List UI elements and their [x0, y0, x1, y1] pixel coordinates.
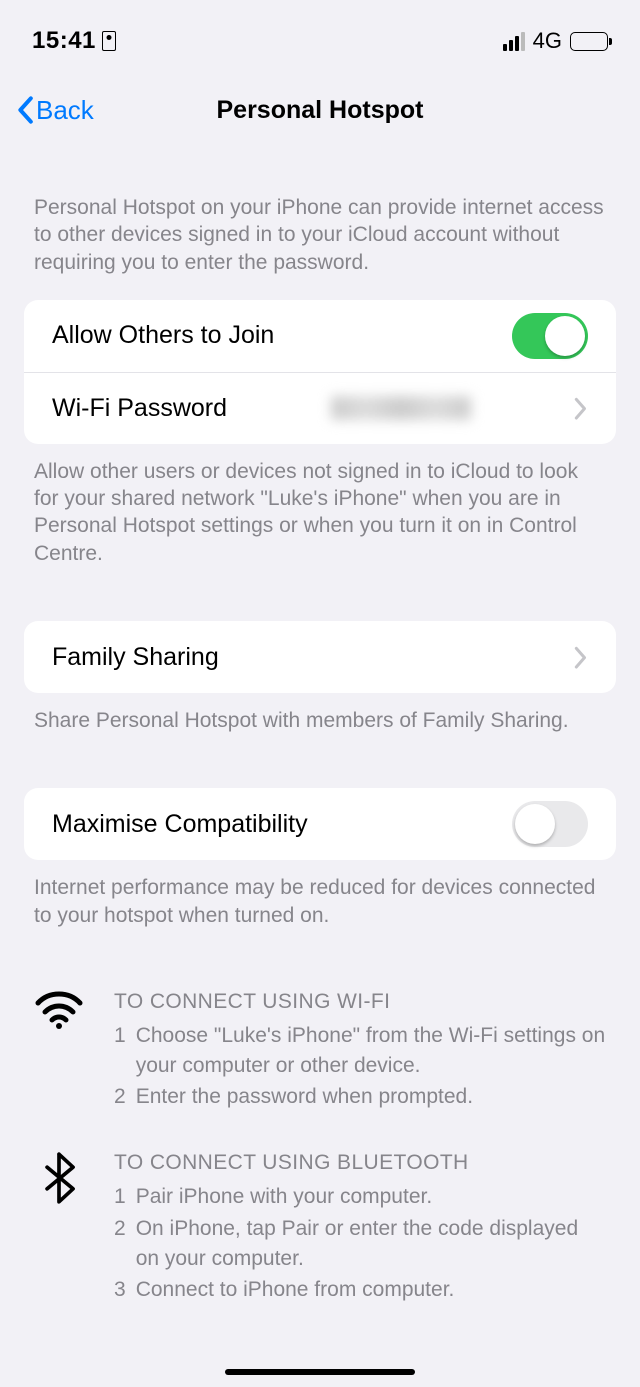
back-button[interactable]: Back	[16, 95, 94, 126]
maximise-compatibility-row: Maximise Compatibility	[24, 788, 616, 860]
wifi-icon	[34, 987, 84, 1114]
status-time: 15:41	[32, 27, 96, 55]
back-label: Back	[36, 95, 94, 126]
section1-footer: Allow other users or devices not signed …	[0, 444, 640, 595]
chevron-right-icon	[574, 397, 588, 419]
wifi-instructions: TO CONNECT USING WI-FI 1Choose "Luke's i…	[34, 987, 606, 1114]
cellular-signal-icon	[503, 32, 525, 51]
wifi-password-value	[331, 396, 471, 420]
network-type-label: 4G	[533, 28, 562, 54]
section3-footer: Internet performance may be reduced for …	[0, 860, 640, 957]
bt-step-2: On iPhone, tap Pair or enter the code di…	[136, 1214, 606, 1274]
family-group: Family Sharing	[24, 621, 616, 693]
chevron-left-icon	[16, 96, 34, 124]
portrait-lock-icon	[102, 31, 116, 51]
allow-group: Allow Others to Join Wi-Fi Password	[24, 300, 616, 444]
bt-instructions-heading: TO CONNECT USING BLUETOOTH	[114, 1148, 606, 1178]
bt-step-3: Connect to iPhone from computer.	[136, 1275, 455, 1305]
allow-others-label: Allow Others to Join	[52, 321, 274, 350]
battery-icon	[570, 32, 608, 51]
maximise-compatibility-switch[interactable]	[512, 801, 588, 847]
bt-step-1: Pair iPhone with your computer.	[136, 1182, 432, 1212]
navigation-bar: Back Personal Hotspot	[0, 70, 640, 150]
wifi-password-row[interactable]: Wi-Fi Password	[24, 372, 616, 444]
family-sharing-label: Family Sharing	[52, 643, 219, 672]
bluetooth-icon	[34, 1148, 84, 1307]
status-bar: 15:41 4G	[0, 0, 640, 70]
wifi-password-label: Wi-Fi Password	[52, 394, 227, 423]
wifi-instructions-heading: TO CONNECT USING WI-FI	[114, 987, 606, 1017]
section2-footer: Share Personal Hotspot with members of F…	[0, 693, 640, 762]
section1-header: Personal Hotspot on your iPhone can prov…	[0, 150, 640, 300]
maximise-compatibility-label: Maximise Compatibility	[52, 810, 308, 839]
compat-group: Maximise Compatibility	[24, 788, 616, 860]
bluetooth-instructions: TO CONNECT USING BLUETOOTH 1Pair iPhone …	[34, 1148, 606, 1307]
instructions: TO CONNECT USING WI-FI 1Choose "Luke's i…	[0, 957, 640, 1307]
chevron-right-icon	[574, 646, 588, 668]
family-sharing-row[interactable]: Family Sharing	[24, 621, 616, 693]
wifi-step-2: Enter the password when prompted.	[136, 1082, 473, 1112]
page-title: Personal Hotspot	[0, 96, 640, 125]
allow-others-row: Allow Others to Join	[24, 300, 616, 372]
allow-others-switch[interactable]	[512, 313, 588, 359]
home-indicator[interactable]	[225, 1369, 415, 1375]
wifi-step-1: Choose "Luke's iPhone" from the Wi-Fi se…	[136, 1021, 606, 1081]
